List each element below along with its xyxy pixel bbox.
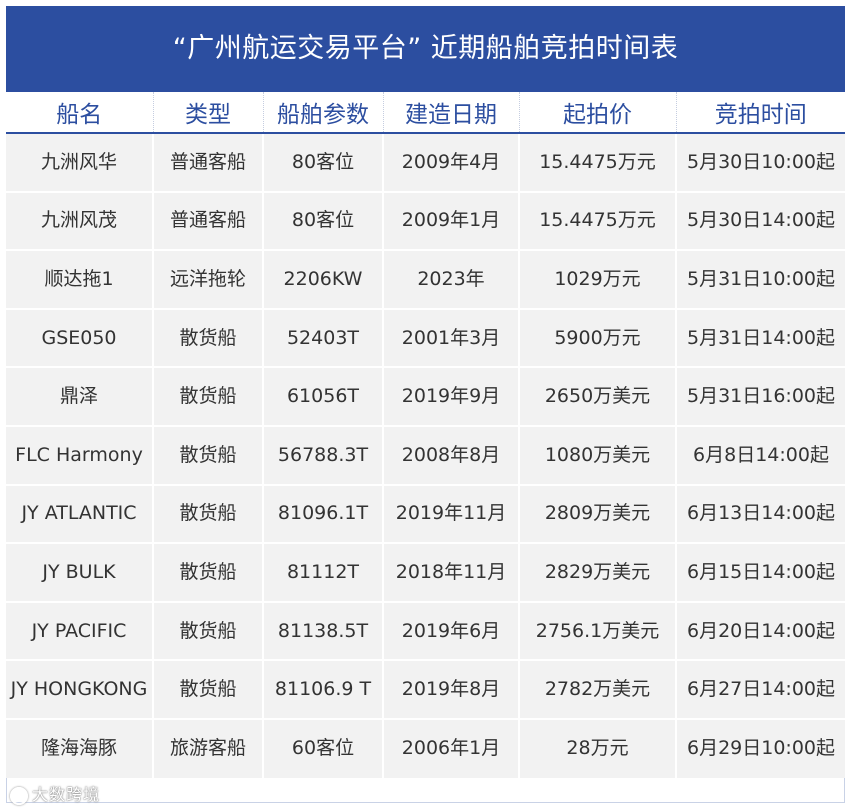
cell-auction-time: 5月30日14:00起 xyxy=(675,190,845,251)
page-title: “广州航运交易平台” 近期船舶竞拍时间表 xyxy=(6,6,845,92)
cell-params: 81096.1T xyxy=(262,483,383,544)
cell-params: 56788.3T xyxy=(262,424,383,485)
cell-build-date: 2009年4月 xyxy=(382,132,519,192)
cell-ship-name: FLC Harmony xyxy=(6,424,153,485)
table-row: 鼎泽 散货船 61056T 2019年9月 2650万美元 5月31日16:00起 xyxy=(6,366,845,426)
cell-build-date: 2019年9月 xyxy=(382,366,519,426)
cell-type: 散货船 xyxy=(152,307,263,368)
cell-start-price: 1080万美元 xyxy=(518,424,676,485)
cell-build-date: 2006年1月 xyxy=(382,717,519,778)
table-row: JY BULK 散货船 81112T 2018年11月 2829万美元 6月15日14:0… xyxy=(6,542,845,602)
cell-type: 旅游客船 xyxy=(152,717,263,778)
cell-build-date: 2023年 xyxy=(382,249,519,309)
cell-start-price: 2829万美元 xyxy=(518,542,676,602)
cell-start-price: 15.4475万元 xyxy=(518,132,676,192)
cell-ship-name: JY BULK xyxy=(6,542,153,602)
cell-params: 52403T xyxy=(262,307,383,368)
cell-build-date: 2019年8月 xyxy=(382,659,519,719)
cell-auction-time: 6月29日10:00起 xyxy=(675,717,845,778)
watermark: 大数跨境 xyxy=(10,781,100,805)
cell-build-date: 2019年11月 xyxy=(382,483,519,544)
table-row: JY PACIFIC 散货船 81138.5T 2019年6月 2756.1万美元 6月2… xyxy=(6,600,845,661)
cell-params: 81112T xyxy=(262,542,383,602)
table-row: JY ATLANTIC 散货船 81096.1T 2019年11月 2809万美元 6月1… xyxy=(6,483,845,544)
table-header-row: 船名 类型 船舶参数 建造日期 起拍价 竞拍时间 xyxy=(6,92,845,134)
cell-params: 81106.9 T xyxy=(262,659,383,719)
cell-params: 2206KW xyxy=(262,249,383,309)
cell-build-date: 2001年3月 xyxy=(382,307,519,368)
cell-type: 散货船 xyxy=(152,366,263,426)
column-header-build-date: 建造日期 xyxy=(382,92,519,134)
cell-start-price: 2809万美元 xyxy=(518,483,676,544)
cell-type: 普通客船 xyxy=(152,132,263,192)
cell-start-price: 28万元 xyxy=(518,717,676,778)
cell-auction-time: 6月13日14:00起 xyxy=(675,483,845,544)
cell-ship-name: 顺达拖1 xyxy=(6,249,153,309)
cell-start-price: 5900万元 xyxy=(518,307,676,368)
cell-params: 80客位 xyxy=(262,132,383,192)
cell-ship-name: 九洲风华 xyxy=(6,132,153,192)
cell-ship-name: JY ATLANTIC xyxy=(6,483,153,544)
cell-build-date: 2019年6月 xyxy=(382,600,519,661)
column-header-start-price: 起拍价 xyxy=(518,92,676,134)
cell-start-price: 2650万美元 xyxy=(518,366,676,426)
cell-auction-time: 5月31日10:00起 xyxy=(675,249,845,309)
cell-params: 61056T xyxy=(262,366,383,426)
column-header-params: 船舶参数 xyxy=(262,92,383,134)
cell-ship-name: 九洲风茂 xyxy=(6,190,153,251)
cell-auction-time: 5月30日10:00起 xyxy=(675,132,845,192)
table-row: 顺达拖1 远洋拖轮 2206KW 2023年 1029万元 5月31日10:00起 xyxy=(6,249,845,309)
cell-ship-name: JY PACIFIC xyxy=(6,600,153,661)
cell-start-price: 15.4475万元 xyxy=(518,190,676,251)
cell-type: 普通客船 xyxy=(152,190,263,251)
cell-auction-time: 6月27日14:00起 xyxy=(675,659,845,719)
column-header-ship-name: 船名 xyxy=(6,92,153,134)
watermark-text: 大数跨境 xyxy=(32,785,101,804)
cell-ship-name: 隆海海豚 xyxy=(6,717,153,778)
cell-params: 60客位 xyxy=(262,717,383,778)
cell-start-price: 2756.1万美元 xyxy=(518,600,676,661)
cell-type: 散货船 xyxy=(152,542,263,602)
cell-auction-time: 5月31日14:00起 xyxy=(675,307,845,368)
table-row: JY HONGKONG 散货船 81106.9 T 2019年8月 2782万美元 6月2… xyxy=(6,659,845,719)
column-header-type: 类型 xyxy=(152,92,263,134)
cell-start-price: 2782万美元 xyxy=(518,659,676,719)
cell-params: 80客位 xyxy=(262,190,383,251)
cell-ship-name: GSE050 xyxy=(6,307,153,368)
cell-params: 81138.5T xyxy=(262,600,383,661)
cell-build-date: 2008年8月 xyxy=(382,424,519,485)
cell-type: 散货船 xyxy=(152,659,263,719)
cell-type: 散货船 xyxy=(152,483,263,544)
table-row: FLC Harmony 散货船 56788.3T 2008年8月 1080万美元 6月8日… xyxy=(6,424,845,485)
cell-build-date: 2009年1月 xyxy=(382,190,519,251)
watermark-logo-icon xyxy=(10,786,28,805)
cell-ship-name: 鼎泽 xyxy=(6,366,153,426)
auction-schedule-table: 船名 类型 船舶参数 建造日期 起拍价 竞拍时间 九洲风华 普通客船 80客位 200… xyxy=(6,92,845,778)
table-row: 九洲风茂 普通客船 80客位 2009年1月 15.4475万元 5月30日14:00起 xyxy=(6,190,845,251)
cell-auction-time: 6月20日14:00起 xyxy=(675,600,845,661)
cell-type: 散货船 xyxy=(152,424,263,485)
cell-ship-name: JY HONGKONG xyxy=(6,659,153,719)
cell-auction-time: 6月8日14:00起 xyxy=(675,424,845,485)
cell-build-date: 2018年11月 xyxy=(382,542,519,602)
table-row: GSE050 散货船 52403T 2001年3月 5900万元 5月31日14:00起 xyxy=(6,307,845,368)
cell-start-price: 1029万元 xyxy=(518,249,676,309)
column-header-auction-time: 竞拍时间 xyxy=(675,92,845,134)
cell-auction-time: 6月15日14:00起 xyxy=(675,542,845,602)
cell-type: 远洋拖轮 xyxy=(152,249,263,309)
table-row: 九洲风华 普通客船 80客位 2009年4月 15.4475万元 5月30日10:00起 xyxy=(6,132,845,192)
table-row: 隆海海豚 旅游客船 60客位 2006年1月 28万元 6月29日10:00起 xyxy=(6,717,845,778)
cell-type: 散货船 xyxy=(152,600,263,661)
cell-auction-time: 5月31日16:00起 xyxy=(675,366,845,426)
